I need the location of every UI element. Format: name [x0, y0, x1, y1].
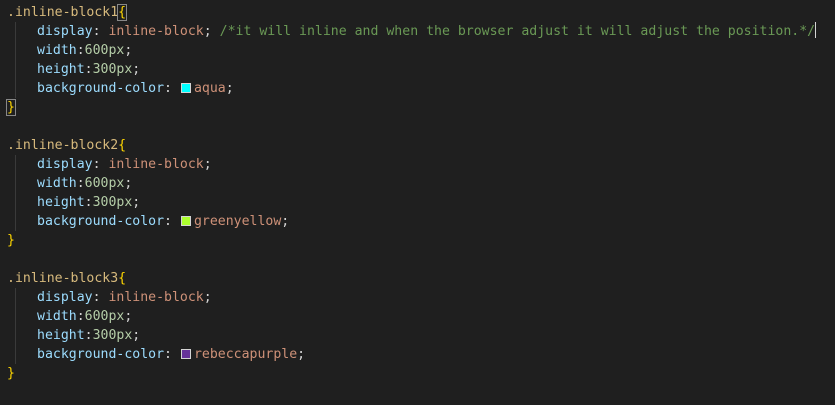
code-line[interactable]: background-color: greenyellow;	[7, 212, 289, 231]
css-property: width	[37, 309, 77, 324]
css-selector: .inline-block1	[7, 5, 119, 20]
css-property: display	[37, 24, 93, 39]
color-swatch[interactable]	[180, 83, 191, 93]
css-number: 600px	[84, 43, 125, 58]
code-line[interactable]: }	[7, 231, 15, 250]
code-line[interactable]: background-color: rebeccapurple;	[7, 345, 305, 364]
code-line[interactable]: height:300px;	[7, 60, 140, 79]
css-property: background-color	[37, 214, 165, 229]
code-line[interactable]: height:300px;	[7, 326, 140, 345]
close-brace: }	[7, 233, 15, 248]
css-property: height	[37, 195, 85, 210]
css-value: rebeccapurple	[193, 347, 298, 362]
css-value: inline-block	[108, 24, 204, 39]
css-number: 600px	[84, 176, 125, 191]
css-property: background-color	[37, 81, 165, 96]
open-brace: {	[117, 4, 128, 21]
code-line[interactable]: display: inline-block;	[7, 288, 212, 307]
code-line[interactable]: height:300px;	[7, 193, 140, 212]
css-number: 300px	[92, 328, 133, 343]
code-line[interactable]: }	[6, 98, 16, 117]
css-comment: /*it will inline and when the browser ad…	[219, 24, 816, 39]
css-value: inline-block	[108, 157, 204, 172]
code-line[interactable]: width:600px;	[7, 307, 132, 326]
css-property: height	[37, 328, 85, 343]
css-value: aqua	[193, 81, 226, 96]
open-brace: {	[118, 271, 127, 286]
css-number: 600px	[84, 309, 125, 324]
css-value: inline-block	[108, 290, 204, 305]
code-line[interactable]: .inline-block2{	[7, 136, 126, 155]
code-line[interactable]: width:600px;	[7, 41, 132, 60]
css-property: width	[37, 43, 77, 58]
code-line[interactable]: width:600px;	[7, 174, 132, 193]
close-brace: }	[6, 99, 16, 116]
css-property: height	[37, 62, 85, 77]
css-property: display	[37, 157, 93, 172]
close-brace: }	[7, 366, 15, 381]
open-brace: {	[118, 138, 127, 153]
code-line[interactable]: .inline-block3{	[7, 269, 126, 288]
css-value: greenyellow	[193, 214, 282, 229]
code-line[interactable]: background-color: aqua;	[7, 79, 234, 98]
css-number: 300px	[92, 195, 133, 210]
color-swatch[interactable]	[180, 216, 191, 226]
css-property: display	[37, 290, 93, 305]
css-number: 300px	[92, 62, 133, 77]
code-line[interactable]: display: inline-block;	[7, 155, 212, 174]
code-line[interactable]: display: inline-block; /*it will inline …	[7, 22, 817, 41]
code-line[interactable]: }	[7, 364, 15, 383]
css-property: background-color	[37, 347, 165, 362]
css-selector: .inline-block3	[7, 271, 119, 286]
color-swatch[interactable]	[180, 349, 191, 359]
css-property: width	[37, 176, 77, 191]
text-cursor	[815, 22, 817, 38]
css-selector: .inline-block2	[7, 138, 119, 153]
code-line[interactable]: .inline-block1{	[7, 3, 128, 22]
code-editor[interactable]: .inline-block1{ display: inline-block; /…	[0, 0, 835, 405]
